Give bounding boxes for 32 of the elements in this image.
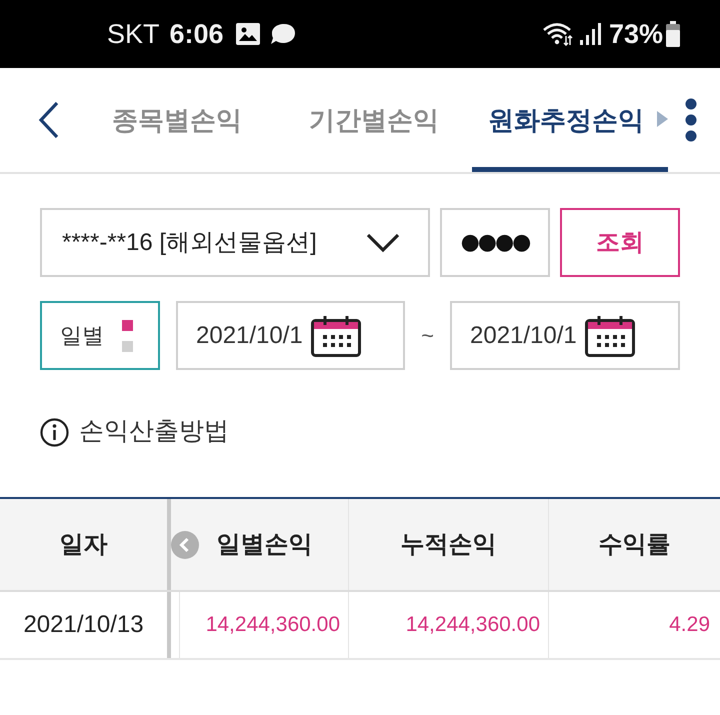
chevron-down-icon — [366, 232, 400, 252]
image-icon — [236, 23, 260, 45]
password-field[interactable]: ●●●● — [440, 208, 550, 277]
account-select[interactable]: ****-**16 [해외선물옵션] — [40, 208, 430, 277]
calendar-icon[interactable] — [584, 314, 635, 356]
table-cell: 4.29 — [548, 592, 720, 658]
column-header: 일별손익 — [216, 530, 314, 560]
carrier-text: SKT — [107, 20, 160, 48]
column-header: 누적손익 — [348, 499, 548, 590]
search-button[interactable]: 조회 — [560, 208, 680, 277]
calculation-method-link[interactable]: 손익산출방법 — [79, 413, 229, 451]
table-cell-text: 2021/10/13 — [22, 610, 145, 640]
more-menu-icon[interactable] — [684, 98, 698, 142]
calendar-icon[interactable] — [310, 314, 361, 356]
signal-icon — [578, 23, 603, 45]
tab[interactable]: 원화추정손익 — [472, 68, 668, 172]
chat-bubble-icon — [270, 23, 296, 45]
scroll-right-icon — [656, 110, 669, 128]
range-separator: ~ — [420, 322, 435, 350]
date-field[interactable]: 2021/10/1 — [176, 301, 405, 370]
time-text: 6:06 — [170, 20, 224, 48]
period-toggle[interactable]: 일별 — [40, 301, 160, 370]
back-icon[interactable] — [38, 101, 60, 139]
battery-percent-text: 73% — [608, 20, 663, 48]
table-cell: 14,244,360.00 — [348, 592, 548, 658]
wifi-icon — [542, 22, 573, 46]
table-cell: 14,244,360.00 — [179, 592, 348, 658]
date-field[interactable]: 2021/10/1 — [450, 301, 680, 370]
column-header: 수익률 — [548, 499, 720, 590]
info-icon — [40, 418, 69, 446]
column-header: 일자 — [58, 530, 108, 560]
battery-icon — [666, 21, 680, 47]
